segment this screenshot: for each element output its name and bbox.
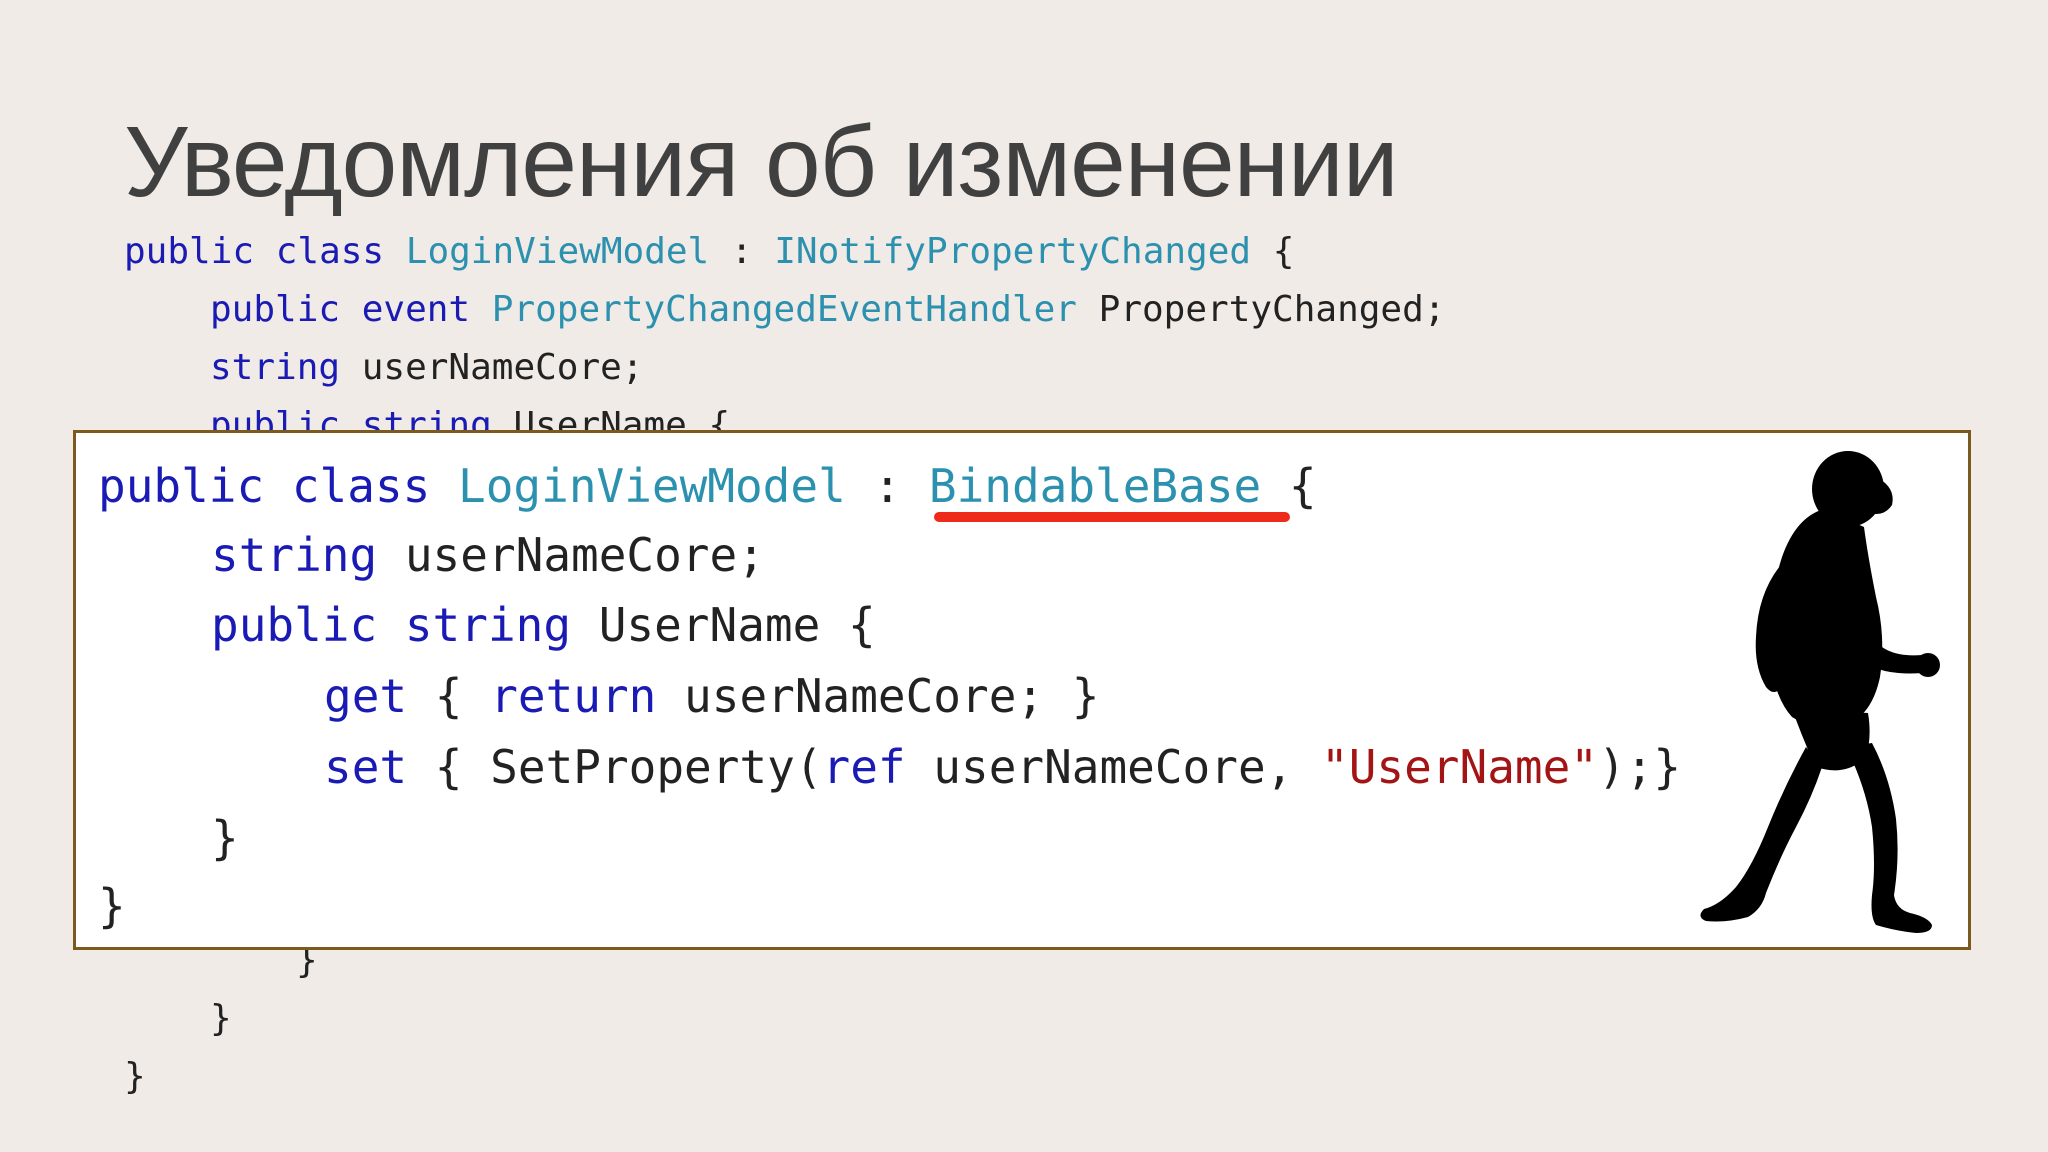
keyword: return xyxy=(490,669,657,723)
code-line-3: public string UserName { xyxy=(211,598,876,652)
base-class-name: BindableBase xyxy=(928,459,1262,513)
code-line-2: string userNameCore; xyxy=(211,528,765,582)
keyword: public string xyxy=(211,598,572,652)
string-literal: "UserName" xyxy=(1321,740,1598,794)
punctuation: { xyxy=(1261,459,1317,513)
keyword: ref xyxy=(822,740,906,794)
code-line-6: } xyxy=(211,811,239,865)
keyword: string xyxy=(211,528,378,582)
punctuation: { xyxy=(1251,231,1295,272)
code-text: );} xyxy=(1597,740,1682,794)
red-underline-marker xyxy=(934,512,1290,522)
code-text: UserName { xyxy=(571,598,876,652)
code-text: userNameCore; xyxy=(340,347,644,388)
bg-code-line-3: string userNameCore; xyxy=(210,347,643,388)
type-name: INotifyPropertyChanged xyxy=(774,231,1252,272)
bg-code-line-2: public event PropertyChangedEventHandler… xyxy=(210,289,1445,330)
type-name: LoginViewModel xyxy=(405,231,710,272)
keyword: public class xyxy=(98,459,431,513)
code-text: userNameCore, xyxy=(905,740,1322,794)
code-text: { SetProperty( xyxy=(407,740,823,794)
keyword: public event xyxy=(210,289,471,330)
bg-code-close-mid: } xyxy=(210,998,232,1039)
keyword: string xyxy=(210,347,341,388)
code-line-5: set { SetProperty(ref userNameCore, "Use… xyxy=(324,740,1681,794)
code-text: { xyxy=(407,669,491,723)
code-text: userNameCore; xyxy=(377,528,765,582)
code-line-1: public class LoginViewModel : BindableBa… xyxy=(98,459,1317,513)
keyword: set xyxy=(324,740,408,794)
type-name: LoginViewModel xyxy=(458,459,846,513)
punctuation: : xyxy=(845,459,929,513)
bg-code-close-outer: } xyxy=(124,1056,146,1097)
code-text: userNameCore; } xyxy=(656,669,1100,723)
slide-title: Уведомления об изменении xyxy=(124,106,1399,218)
code-line-4: get { return userNameCore; } xyxy=(324,669,1099,723)
code-text: PropertyChanged; xyxy=(1076,289,1446,330)
highlight-code-frame: public class LoginViewModel : BindableBa… xyxy=(73,430,1971,950)
walking-hominid-silhouette-icon xyxy=(1700,451,1940,933)
type-name: PropertyChangedEventHandler xyxy=(491,289,1077,330)
punctuation: : xyxy=(709,231,775,272)
code-line-7: } xyxy=(98,879,126,933)
keyword: get xyxy=(324,669,408,723)
keyword: public class xyxy=(124,231,385,272)
bg-code-line-1: public class LoginViewModel : INotifyPro… xyxy=(124,231,1294,272)
